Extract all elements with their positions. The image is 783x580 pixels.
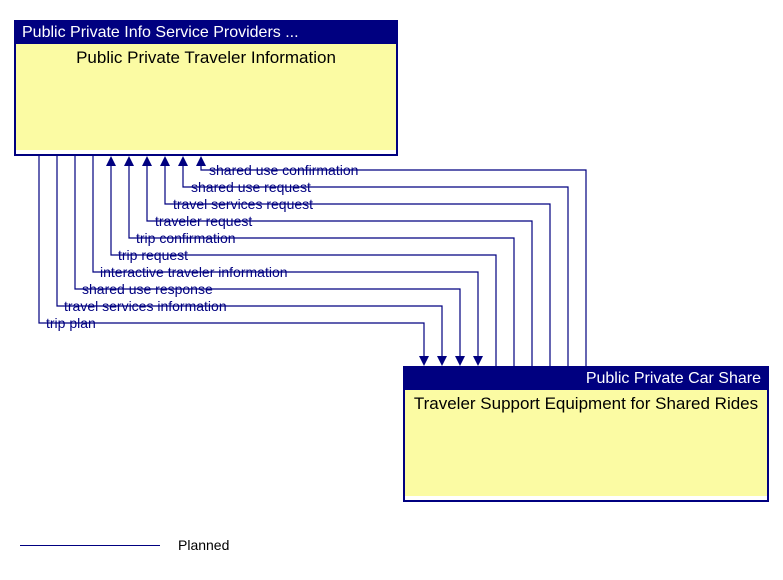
- flow-label: shared use confirmation: [209, 163, 358, 177]
- node-top-header: Public Private Info Service Providers ..…: [16, 22, 396, 44]
- legend-label-planned: Planned: [178, 537, 229, 553]
- node-public-private-traveler-information[interactable]: Public Private Info Service Providers ..…: [14, 20, 398, 156]
- node-top-body: Public Private Traveler Information: [16, 44, 396, 150]
- flow-label: interactive traveler information: [100, 265, 288, 279]
- flow-label: shared use request: [191, 180, 311, 194]
- node-bottom-header: Public Private Car Share: [405, 368, 767, 390]
- flow-label: travel services information: [64, 299, 227, 313]
- flow-label: traveler request: [155, 214, 252, 228]
- flow-label: trip plan: [46, 316, 96, 330]
- flow-label: travel services request: [173, 197, 313, 211]
- node-traveler-support-equipment[interactable]: Public Private Car Share Traveler Suppor…: [403, 366, 769, 502]
- legend-line-planned: [20, 545, 160, 546]
- node-bottom-body: Traveler Support Equipment for Shared Ri…: [405, 390, 767, 496]
- flow-label: trip request: [118, 248, 188, 262]
- flow-label: trip confirmation: [136, 231, 236, 245]
- flow-label: shared use response: [82, 282, 213, 296]
